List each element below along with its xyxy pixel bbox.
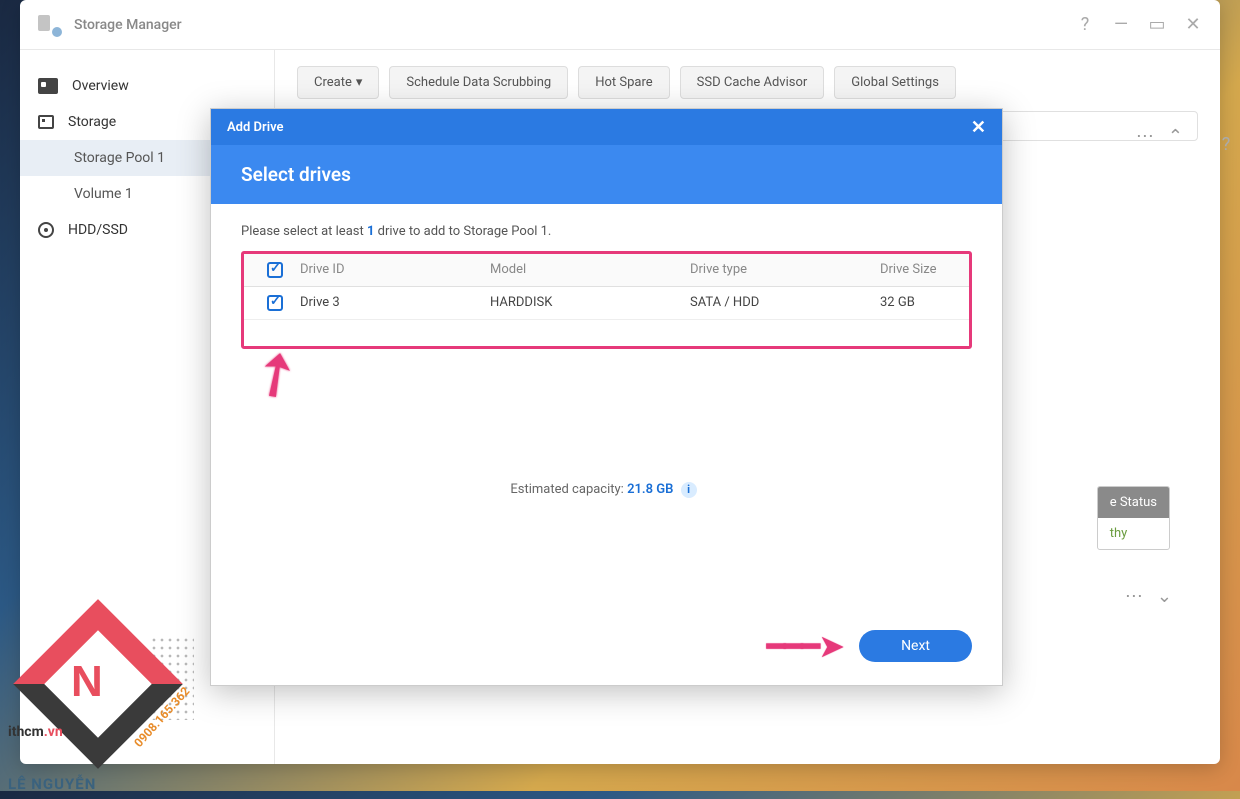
instruction-text: Please select at least 1 drive to add to… [241, 224, 972, 239]
app-title: Storage Manager [74, 17, 182, 33]
help-icon[interactable]: ? [1076, 14, 1094, 35]
ssd-cache-advisor-button[interactable]: SSD Cache Advisor [680, 66, 825, 99]
modal-heading: Select drives [211, 145, 1002, 204]
estimated-capacity: Estimated capacity: 21.8 GB i [510, 482, 702, 615]
col-drive-type: Drive type [690, 262, 880, 278]
select-all-checkbox[interactable] [267, 262, 283, 278]
info-icon[interactable]: i [681, 482, 697, 498]
sidebar-item-label: HDD/SSD [68, 222, 128, 238]
next-button[interactable]: Next [859, 630, 972, 662]
close-icon[interactable]: ✕ [1184, 14, 1202, 35]
table-header-row: Drive ID Model Drive type Drive Size [244, 254, 969, 287]
chevron-up-icon[interactable]: ⌃ [1168, 126, 1183, 147]
cell-size: 32 GB [880, 295, 963, 311]
sidebar-item-label: Storage Pool 1 [74, 150, 165, 166]
titlebar: Storage Manager ? — ▭ ✕ [20, 0, 1220, 50]
sidebar-item-label: Volume 1 [74, 186, 133, 202]
more-icon[interactable]: ⋯ [1136, 126, 1154, 147]
chevron-down-icon[interactable]: ⌄ [1157, 586, 1172, 607]
modal-body: Please select at least 1 drive to add to… [211, 204, 1002, 685]
annotation-arrow-icon: ━━━➤ [766, 627, 843, 665]
floating-help-icon[interactable]: ? [1216, 130, 1236, 160]
cell-type: SATA / HDD [690, 295, 880, 311]
panel2-controls: ⋯ ⌄ [1125, 586, 1172, 607]
hdd-icon [38, 222, 54, 238]
row-checkbox[interactable] [267, 295, 283, 311]
storage-manager-icon [38, 13, 62, 37]
sidebar-item-label: Overview [72, 78, 129, 94]
col-drive-id: Drive ID [300, 262, 490, 278]
cell-model: HARDDISK [490, 295, 690, 311]
add-drive-modal: Add Drive ✕ Select drives Please select … [210, 108, 1003, 686]
storage-icon [38, 115, 54, 129]
sidebar-item-overview[interactable]: Overview [20, 68, 274, 104]
more-icon[interactable]: ⋯ [1125, 586, 1143, 607]
chevron-down-icon: ▾ [356, 75, 363, 90]
create-button[interactable]: Create▾ [297, 66, 379, 99]
footer-row: ━━━➤ Next [241, 615, 972, 665]
modal-close-button[interactable]: ✕ [971, 117, 986, 138]
status-header: e Status [1098, 487, 1169, 518]
cell-drive-id: Drive 3 [300, 295, 490, 311]
status-value: thy [1098, 518, 1169, 549]
window-controls: ? — ▭ ✕ [1076, 14, 1202, 35]
table-padding [244, 320, 969, 346]
col-model: Model [490, 262, 690, 278]
maximize-icon[interactable]: ▭ [1148, 14, 1166, 35]
sidebar-item-label: Storage [68, 114, 116, 130]
global-settings-button[interactable]: Global Settings [834, 66, 956, 99]
modal-title: Add Drive [227, 120, 284, 135]
overview-icon [38, 78, 58, 94]
modal-titlebar: Add Drive ✕ [211, 109, 1002, 145]
status-box: e Status thy [1097, 486, 1170, 550]
drive-table: Drive ID Model Drive type Drive Size Dri… [241, 251, 972, 349]
toolbar: Create▾ Schedule Data Scrubbing Hot Spar… [297, 66, 1198, 99]
schedule-data-scrubbing-button[interactable]: Schedule Data Scrubbing [389, 66, 568, 99]
minimize-icon[interactable]: — [1112, 14, 1130, 35]
table-row[interactable]: Drive 3 HARDDISK SATA / HDD 32 GB [244, 287, 969, 320]
hot-spare-button[interactable]: Hot Spare [578, 66, 669, 99]
col-drive-size: Drive Size [880, 262, 963, 278]
